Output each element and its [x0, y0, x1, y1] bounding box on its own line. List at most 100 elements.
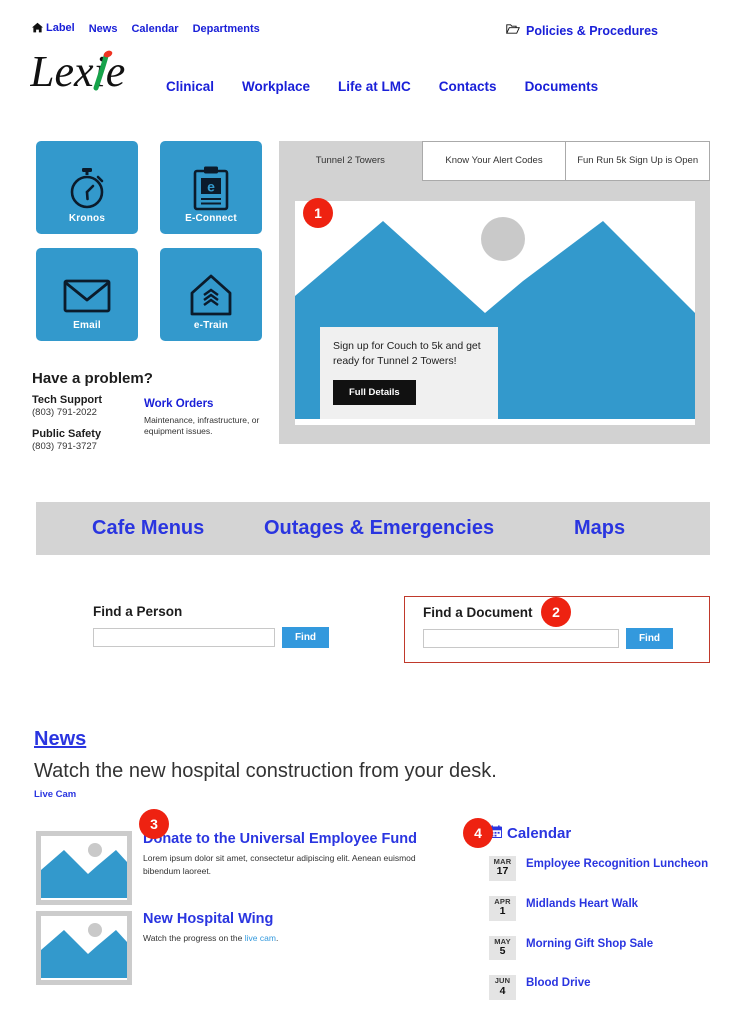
tile-e-connect[interactable]: e E-Connect: [160, 141, 262, 234]
article-summary-after: .: [275, 933, 279, 943]
article-summary: Lorem ipsum dolor sit amet, consectetur …: [143, 853, 416, 876]
find-person-label: Find a Person: [93, 604, 183, 619]
event-day: 4: [499, 984, 506, 997]
event-title-link[interactable]: Blood Drive: [526, 975, 591, 991]
carousel-tab-know-your-alert-codes[interactable]: Know Your Alert Codes: [421, 141, 566, 181]
tile-label: Email: [73, 320, 101, 331]
tile-email[interactable]: Email: [36, 248, 138, 341]
article-live-cam-link[interactable]: live cam: [245, 933, 276, 943]
svg-text:Lexie: Lexie: [30, 50, 125, 96]
event-day: 5: [499, 944, 506, 957]
article-title-link[interactable]: Donate to the Universal Employee Fund: [143, 831, 432, 847]
news-subheading: Watch the new hospital construction from…: [34, 760, 497, 782]
news-carousel: Tunnel 2 Towers Know Your Alert Codes Fu…: [279, 141, 711, 444]
event-date-chip: MAR 17: [489, 856, 516, 881]
event-date-chip: APR 1: [489, 895, 516, 921]
article-thumbnail: [36, 831, 132, 905]
main-navbar: Clinical Workplace Life at LMC Contacts …: [166, 79, 598, 94]
carousel-caption-text: Sign up for Couch to 5k and get ready fo…: [333, 340, 481, 368]
live-cam-link[interactable]: Live Cam: [34, 789, 76, 800]
calendar-event-item[interactable]: MAY 5 Morning Gift Shop Sale: [489, 935, 729, 961]
utility-nav-item-departments[interactable]: Departments: [193, 23, 260, 35]
main-nav-item-life-at-lmc[interactable]: Life at LMC: [338, 79, 411, 94]
quick-link-outages-emergencies[interactable]: Outages & Emergencies: [264, 517, 494, 540]
placeholder-mountain-icon: [41, 923, 127, 978]
utility-nav-item-news[interactable]: News: [89, 23, 118, 35]
main-nav-item-workplace[interactable]: Workplace: [242, 79, 310, 94]
intranet-homepage: Label News Calendar Departments Policies…: [0, 0, 746, 1028]
placeholder-mountain-icon: [41, 843, 127, 898]
policies-procedures-link[interactable]: Policies & Procedures: [526, 24, 658, 38]
main-nav-item-clinical[interactable]: Clinical: [166, 79, 214, 94]
event-day: 17: [496, 865, 509, 878]
news-heading[interactable]: News: [34, 728, 86, 751]
carousel-caption: Sign up for Couch to 5k and get ready fo…: [320, 327, 498, 420]
find-person-input[interactable]: [93, 628, 275, 647]
find-document-button[interactable]: Find: [626, 628, 673, 649]
article-summary: Watch the progress on the live cam.: [143, 932, 432, 945]
public-safety-phone: (803) 791-3727: [32, 441, 97, 452]
event-day: 1: [499, 905, 506, 918]
event-title-link[interactable]: Morning Gift Shop Sale: [526, 936, 653, 952]
calendar-event-list: MAR 17 Employee Recognition Luncheon APR…: [489, 856, 729, 1001]
carousel-tab-tunnel-2-towers[interactable]: Tunnel 2 Towers: [279, 141, 422, 181]
article-title-link[interactable]: New Hospital Wing: [143, 911, 432, 927]
article-summary-before: Watch the progress on the: [143, 933, 245, 943]
find-a-person-section: Find a Person Find: [93, 604, 333, 648]
work-orders-link[interactable]: Work Orders: [144, 398, 213, 410]
home-icon: [32, 22, 43, 36]
tile-e-train[interactable]: e-Train: [160, 248, 262, 341]
tile-kronos[interactable]: Kronos: [36, 141, 138, 234]
article-thumbnail: [36, 911, 132, 985]
news-article-hospital-wing: New Hospital Wing Watch the progress on …: [36, 911, 432, 985]
problem-contacts-column: Tech Support (803) 791-2022 Public Safet…: [32, 394, 144, 452]
calendar-heading-link[interactable]: Calendar: [488, 825, 729, 842]
callout-badge-3: 3: [139, 809, 169, 839]
callout-badge-2: 2: [541, 597, 571, 627]
lexie-wordmark-icon: Lexie: [30, 50, 125, 96]
full-details-button[interactable]: Full Details: [333, 380, 416, 406]
clipboard-e-icon: e: [192, 163, 230, 213]
event-date-chip: MAY 5: [489, 935, 516, 961]
problem-heading: Have a problem?: [32, 370, 153, 387]
carousel-slide[interactable]: Sign up for Couch to 5k and get ready fo…: [295, 201, 695, 425]
calendar-event-item[interactable]: MAR 17 Employee Recognition Luncheon: [489, 856, 729, 881]
event-title-link[interactable]: Employee Recognition Luncheon: [526, 856, 708, 872]
main-nav-item-documents[interactable]: Documents: [525, 79, 599, 94]
calendar-section: Calendar MAR 17 Employee Recognition Lun…: [488, 825, 729, 1015]
envelope-icon: [63, 270, 111, 320]
utility-nav-left: Label News Calendar Departments: [32, 22, 260, 36]
app-tiles-grid: Kronos e E-Connect Email e-Train: [36, 141, 264, 341]
find-document-input[interactable]: [423, 629, 619, 648]
calendar-event-item[interactable]: APR 1 Midlands Heart Walk: [489, 895, 729, 921]
quick-link-maps[interactable]: Maps: [574, 517, 625, 540]
event-title-link[interactable]: Midlands Heart Walk: [526, 896, 638, 912]
calendar-event-item[interactable]: JUN 4 Blood Drive: [489, 975, 729, 1001]
callout-badge-4: 4: [463, 818, 493, 848]
tech-support-phone: (803) 791-2022: [32, 407, 97, 418]
tile-label: Kronos: [68, 213, 106, 224]
utility-nav-right: Policies & Procedures: [506, 22, 658, 40]
find-person-button[interactable]: Find: [282, 627, 329, 648]
main-nav-item-contacts[interactable]: Contacts: [439, 79, 497, 94]
quick-link-cafe-menus[interactable]: Cafe Menus: [92, 517, 204, 540]
tile-label: E-Connect: [185, 213, 237, 224]
public-safety-label: Public Safety: [32, 428, 102, 440]
quick-links-bar: Cafe Menus Outages & Emergencies Maps: [36, 502, 710, 555]
tile-label: e-Train: [193, 320, 229, 331]
brand-logo[interactable]: Lexie: [30, 50, 160, 96]
calendar-heading-label: Calendar: [507, 825, 572, 842]
news-article-donate: Donate to the Universal Employee Fund Lo…: [36, 831, 432, 905]
utility-nav-item-calendar[interactable]: Calendar: [131, 23, 178, 35]
problem-workorders-column: Work Orders Maintenance, infrastructure,…: [144, 394, 274, 452]
tech-support-label: Tech Support: [32, 394, 103, 406]
work-orders-description: Maintenance, infrastructure, or equipmen…: [144, 415, 260, 437]
folder-open-icon: [506, 22, 520, 40]
callout-badge-1: 1: [303, 198, 333, 228]
utility-nav-item-label[interactable]: Label: [32, 22, 75, 36]
svg-text:e: e: [207, 178, 215, 194]
utility-navbar: Label News Calendar Departments Policies…: [0, 22, 746, 42]
stopwatch-icon: [65, 163, 109, 213]
carousel-tab-fun-run-5k[interactable]: Fun Run 5k Sign Up is Open: [565, 141, 711, 181]
event-date-chip: JUN 4: [489, 975, 516, 1001]
